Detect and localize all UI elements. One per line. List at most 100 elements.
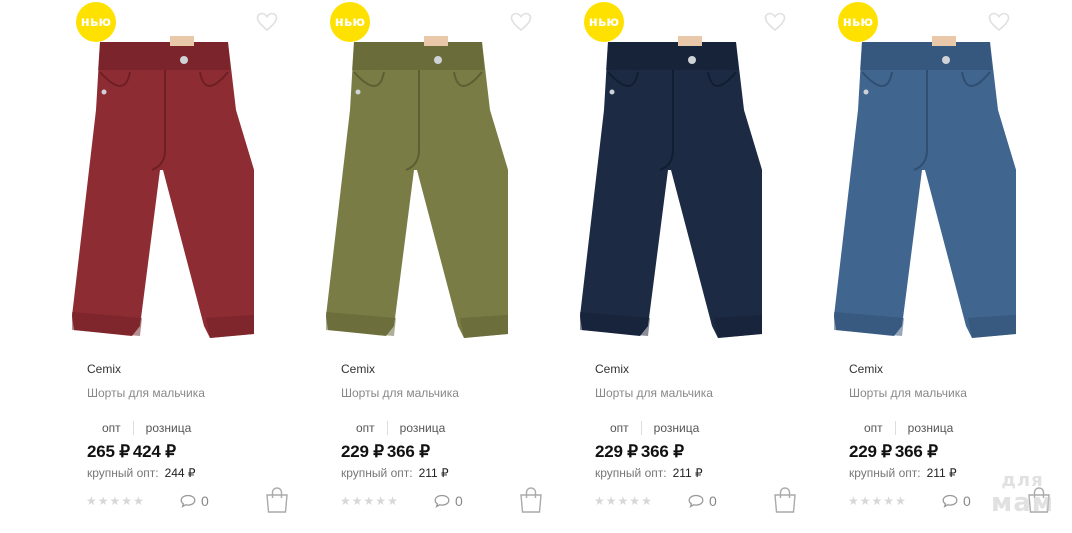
product-brand[interactable]: Cemix [595, 362, 629, 376]
shorts-illustration [580, 36, 762, 338]
new-badge: нью [584, 2, 624, 42]
star-icon[interactable]: ★ [340, 495, 351, 507]
product-name[interactable]: Шорты для мальчика [849, 386, 967, 400]
tab-divider [640, 421, 642, 435]
price-retail: 366 ₽ [386, 442, 430, 461]
star-icon[interactable]: ★ [606, 495, 617, 507]
comments-count: 0 [709, 493, 717, 509]
price-tabs: опт розница [862, 421, 955, 435]
shorts-rivet [101, 89, 107, 95]
price-opt: 229 ₽ [341, 442, 384, 461]
bulk-price: крупный опт: 211 ₽ [341, 466, 449, 480]
star-icon[interactable]: ★ [848, 495, 859, 507]
tab-retail[interactable]: розница [144, 421, 194, 435]
price-opt: 229 ₽ [595, 442, 638, 461]
product-image[interactable] [0, 0, 254, 345]
star-icon[interactable]: ★ [110, 495, 121, 507]
star-icon[interactable]: ★ [98, 495, 109, 507]
shorts-body [326, 42, 508, 338]
product-card[interactable]: нью Cemix Шорты для мальчика опт розница… [508, 0, 796, 533]
star-icon[interactable]: ★ [895, 495, 906, 507]
star-icon[interactable]: ★ [375, 495, 386, 507]
product-brand[interactable]: Cemix [849, 362, 883, 376]
wishlist-button[interactable] [984, 8, 1014, 36]
price-opt: 229 ₽ [849, 442, 892, 461]
bulk-price: крупный опт: 211 ₽ [849, 466, 957, 480]
star-icon[interactable]: ★ [86, 495, 97, 507]
bulk-value: 211 ₽ [926, 466, 957, 480]
tab-opt[interactable]: опт [354, 421, 377, 435]
shorts-illustration [326, 36, 508, 338]
star-icon[interactable]: ★ [364, 495, 375, 507]
tab-opt[interactable]: опт [862, 421, 885, 435]
bulk-value: 244 ₽ [164, 466, 196, 480]
price-tabs: опт розница [608, 421, 701, 435]
comments-link[interactable]: 0 [434, 493, 463, 509]
star-icon[interactable]: ★ [387, 495, 398, 507]
rating-stars[interactable]: ★ ★ ★ ★ ★ [594, 495, 652, 507]
price-row: 229 ₽366 ₽ [595, 442, 684, 462]
product-image[interactable] [508, 0, 762, 345]
bulk-price: крупный опт: 211 ₽ [595, 466, 703, 480]
tab-opt[interactable]: опт [100, 421, 123, 435]
price-opt: 265 ₽ [87, 442, 130, 461]
shorts-rivet [863, 89, 869, 95]
star-icon[interactable]: ★ [872, 495, 883, 507]
tab-retail[interactable]: розница [398, 421, 448, 435]
shorts-button [434, 56, 442, 64]
product-name[interactable]: Шорты для мальчика [341, 386, 459, 400]
star-icon[interactable]: ★ [883, 495, 894, 507]
star-icon[interactable]: ★ [133, 495, 144, 507]
shorts-rivet [609, 89, 615, 95]
tab-retail[interactable]: розница [906, 421, 956, 435]
product-image[interactable] [254, 0, 508, 345]
bulk-label: крупный опт: [849, 466, 921, 480]
price-retail: 424 ₽ [132, 442, 176, 461]
star-icon[interactable]: ★ [860, 495, 871, 507]
comments-count: 0 [963, 493, 971, 509]
product-name[interactable]: Шорты для мальчика [87, 386, 205, 400]
bulk-label: крупный опт: [595, 466, 667, 480]
bulk-label: крупный опт: [87, 466, 159, 480]
shorts-label [678, 36, 702, 46]
product-name[interactable]: Шорты для мальчика [595, 386, 713, 400]
new-badge: нью [76, 2, 116, 42]
tab-opt[interactable]: опт [608, 421, 631, 435]
star-icon[interactable]: ★ [594, 495, 605, 507]
product-image[interactable] [762, 0, 1016, 345]
rating-stars[interactable]: ★ ★ ★ ★ ★ [86, 495, 144, 507]
shorts-label [424, 36, 448, 46]
add-to-cart-button[interactable] [1026, 486, 1052, 514]
comment-icon [180, 494, 196, 508]
product-card[interactable]: нью Cemix Шорты для мальчика опт розница… [762, 0, 1050, 533]
shorts-rivet [355, 89, 361, 95]
price-retail: 366 ₽ [894, 442, 938, 461]
shorts-label [170, 36, 194, 46]
rating-stars[interactable]: ★ ★ ★ ★ ★ [848, 495, 906, 507]
shorts-label [932, 36, 956, 46]
comments-link[interactable]: 0 [180, 493, 209, 509]
shorts-waistband [606, 42, 738, 70]
shorts-illustration [72, 36, 254, 338]
product-brand[interactable]: Cemix [87, 362, 121, 376]
tab-divider [894, 421, 896, 435]
comment-icon [688, 494, 704, 508]
comments-link[interactable]: 0 [688, 493, 717, 509]
price-row: 229 ₽366 ₽ [341, 442, 430, 462]
star-icon[interactable]: ★ [629, 495, 640, 507]
tab-retail[interactable]: розница [652, 421, 702, 435]
price-row: 229 ₽366 ₽ [849, 442, 938, 462]
star-icon[interactable]: ★ [618, 495, 629, 507]
bulk-label: крупный опт: [341, 466, 413, 480]
comments-link[interactable]: 0 [942, 493, 971, 509]
product-card[interactable]: нью Cemix Шорты для мальчика опт розница… [0, 0, 288, 533]
product-card[interactable]: нью Cemix Шорты для мальчика опт розница… [254, 0, 542, 533]
comment-icon [942, 494, 958, 508]
bulk-value: 211 ₽ [672, 466, 703, 480]
product-brand[interactable]: Cemix [341, 362, 375, 376]
rating-stars[interactable]: ★ ★ ★ ★ ★ [340, 495, 398, 507]
star-icon[interactable]: ★ [352, 495, 363, 507]
bulk-price: крупный опт: 244 ₽ [87, 466, 196, 480]
star-icon[interactable]: ★ [121, 495, 132, 507]
star-icon[interactable]: ★ [641, 495, 652, 507]
